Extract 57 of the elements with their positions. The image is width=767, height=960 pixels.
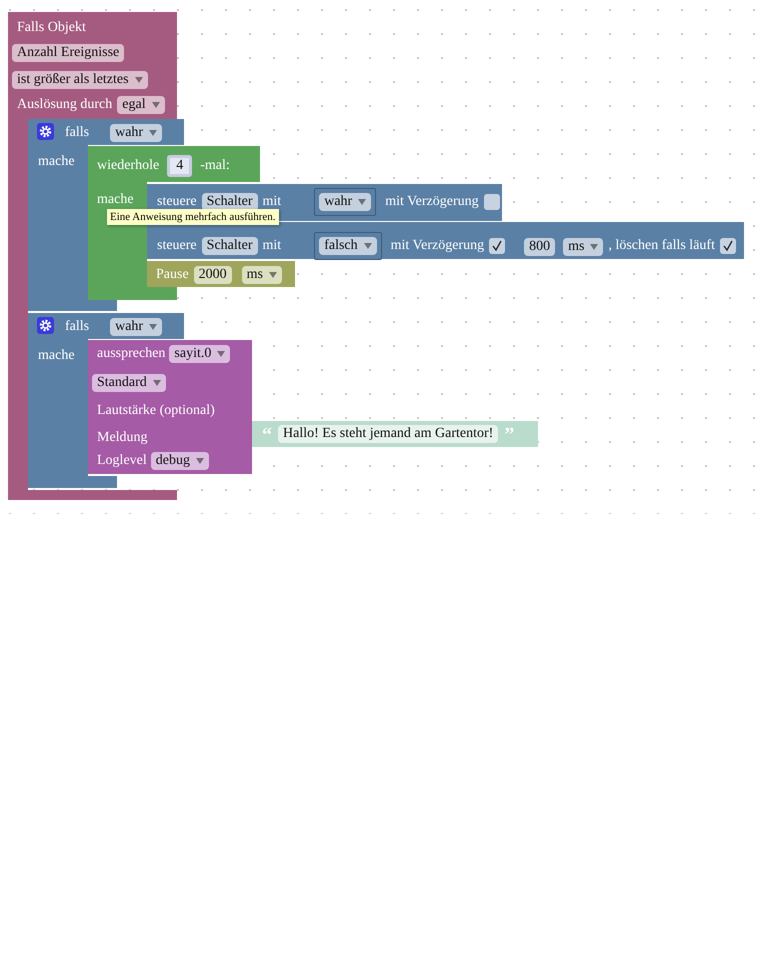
value-dropdown[interactable]: falsch	[319, 237, 377, 255]
volume-label: Lautstärke (optional)	[97, 403, 215, 418]
repeat-label: wiederhole	[97, 159, 160, 173]
delay-label: mit Verzögerung	[390, 239, 484, 253]
condition-dropdown[interactable]: ist größer als letztes	[12, 71, 148, 89]
trigger-label: Auslösung durch	[17, 98, 112, 112]
condition-dropdown[interactable]: wahr	[110, 124, 162, 142]
unit-dropdown[interactable]: ms	[563, 238, 604, 256]
unit-dropdown[interactable]: ms	[242, 266, 282, 284]
dropdown-arrow-icon	[134, 77, 143, 83]
dropdown-arrow-icon	[358, 199, 366, 205]
pause-label: Pause	[156, 268, 189, 282]
with-label: mit	[262, 239, 282, 253]
clear-label: , löschen falls läuft	[608, 239, 715, 253]
checkbox[interactable]	[484, 194, 500, 210]
loglevel-label: Loglevel	[97, 454, 147, 468]
if-label: falls	[65, 126, 90, 140]
value-dropdown[interactable]: wahr	[319, 193, 372, 211]
dropdown-arrow-icon	[196, 458, 204, 464]
tooltip: Eine Anweisung mehrfach ausführen.	[107, 209, 279, 225]
instance-dropdown[interactable]: sayit.0	[169, 345, 230, 363]
dropdown-arrow-icon	[149, 324, 158, 330]
if-label: falls	[65, 320, 90, 334]
dropdown-arrow-icon	[149, 130, 158, 136]
checkbox[interactable]	[489, 238, 506, 254]
message-label: Meldung	[97, 430, 148, 445]
dropdown-arrow-icon	[152, 102, 160, 108]
duration-field[interactable]: 2000	[194, 266, 232, 284]
do-label: mache	[38, 348, 75, 363]
dropdown-arrow-icon	[152, 380, 161, 386]
repeat-suffix: -mal:	[200, 159, 230, 173]
with-label: mit	[262, 195, 282, 209]
text-field[interactable]: Hallo! Es steht jemand am Gartentor!	[278, 425, 498, 443]
checkbox[interactable]	[720, 238, 736, 254]
number-field[interactable]: 4	[167, 155, 192, 177]
object-field[interactable]: Anzahl Ereignisse	[12, 44, 124, 62]
close-quote: ”	[504, 425, 514, 443]
object-field[interactable]: Schalter	[202, 237, 258, 255]
delay-label: mit Verzögerung	[385, 195, 479, 209]
control-label: steuere	[157, 239, 197, 253]
condition-dropdown[interactable]: wahr	[110, 318, 162, 336]
do-label: mache	[97, 192, 134, 207]
dropdown-arrow-icon	[590, 244, 598, 250]
open-quote: “	[262, 425, 272, 443]
delay-field[interactable]: 800	[524, 238, 556, 256]
block-title: Falls Objekt	[17, 20, 86, 35]
say-label: aussprechen	[97, 347, 166, 361]
dropdown-arrow-icon	[364, 243, 372, 249]
dropdown-arrow-icon	[217, 351, 226, 357]
do-label: mache	[38, 154, 75, 169]
gear-icon[interactable]	[37, 123, 54, 140]
dropdown-arrow-icon	[269, 272, 278, 278]
control-label: steuere	[157, 195, 197, 209]
gear-icon[interactable]	[37, 317, 54, 334]
trigger-dropdown[interactable]: egal	[117, 96, 165, 114]
language-dropdown[interactable]: Standard	[92, 374, 166, 392]
loglevel-dropdown[interactable]: debug	[150, 452, 209, 470]
